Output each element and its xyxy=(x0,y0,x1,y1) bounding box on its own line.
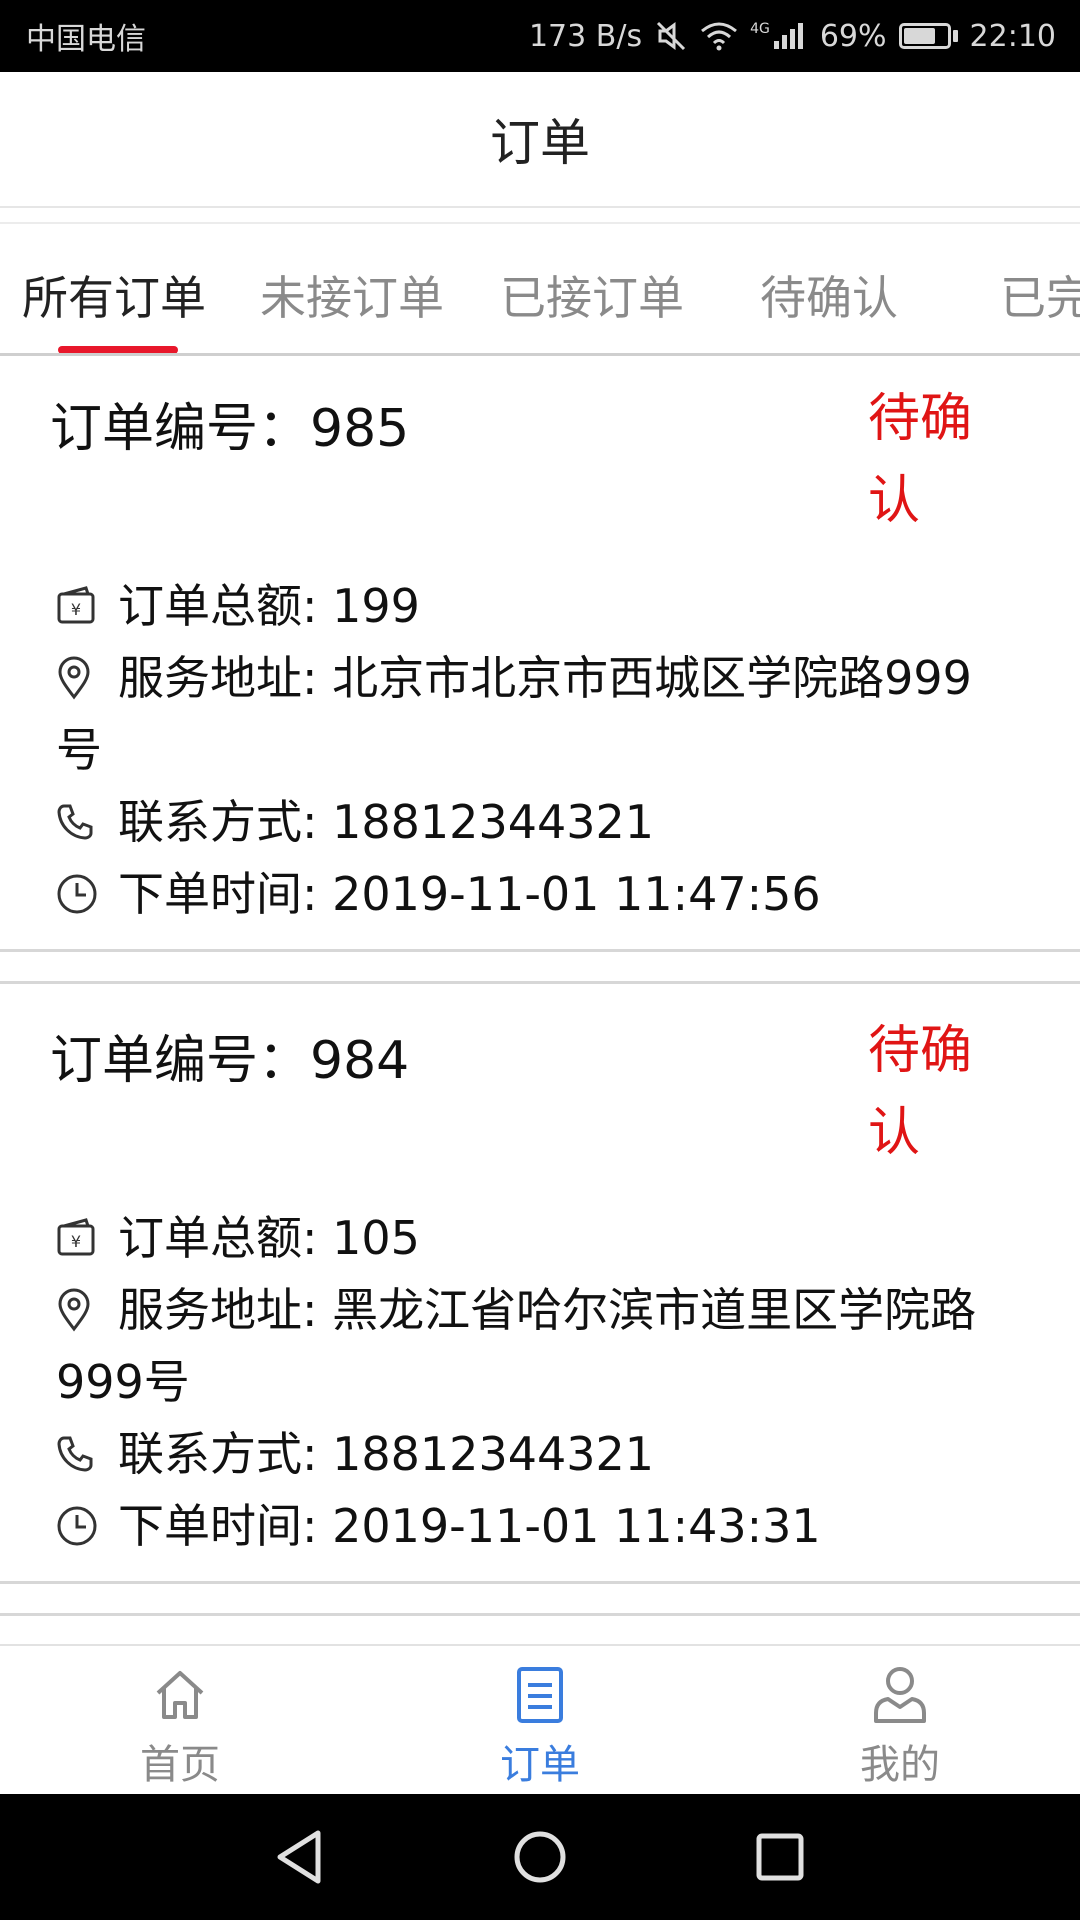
clock-icon xyxy=(56,1490,100,1562)
order-status: 待确认 xyxy=(868,389,973,531)
person-icon xyxy=(800,1660,1000,1730)
order-status: 待确认 xyxy=(868,1021,973,1163)
clock-icon xyxy=(56,858,100,930)
nav-home-label: 首页 xyxy=(140,1742,220,1788)
nav-profile[interactable]: 我的 xyxy=(800,1660,1000,1790)
nav-orders-label: 订单 xyxy=(500,1742,580,1788)
order-number: 订单编号：985 xyxy=(50,399,410,459)
recent-apps-icon[interactable] xyxy=(745,1822,815,1892)
order-time: 下单时间: 2019-11-01 11:47:56 xyxy=(118,867,821,921)
order-phone-row: 联系方式: 18812344321 xyxy=(56,1418,1016,1490)
nav-orders[interactable]: 订单 xyxy=(440,1660,640,1790)
tab-unaccepted-orders[interactable]: 未接订单 xyxy=(260,262,444,328)
nav-profile-label: 我的 xyxy=(860,1742,940,1788)
card-divider xyxy=(0,1584,1080,1616)
home-circle-icon[interactable] xyxy=(505,1822,575,1892)
svg-text:¥: ¥ xyxy=(71,1232,81,1251)
battery-percent: 69% xyxy=(819,18,887,54)
tab-pending-confirm[interactable]: 待确认 xyxy=(760,262,898,328)
signal-icon: 4G xyxy=(750,21,808,51)
back-icon[interactable] xyxy=(264,1822,334,1892)
order-card[interactable]: 订单编号：984 待确认 ¥ 订单总额: 105 服务地址: 黑龙江省哈尔滨市道… xyxy=(0,988,1080,1584)
document-icon xyxy=(440,1660,640,1730)
order-address-row: 服务地址: 北京市北京市西城区学院路999号 xyxy=(56,642,1016,786)
order-time: 下单时间: 2019-11-01 11:43:31 xyxy=(118,1499,821,1553)
order-address-row: 服务地址: 黑龙江省哈尔滨市道里区学院路999号 xyxy=(56,1274,1016,1418)
wallet-icon: ¥ xyxy=(56,1202,100,1274)
net-speed: 173 B/s xyxy=(528,18,643,54)
network-type: 4G xyxy=(750,21,770,37)
order-phone: 联系方式: 18812344321 xyxy=(118,1427,655,1481)
tab-completed[interactable]: 已完 xyxy=(1000,262,1080,328)
order-number: 订单编号：984 xyxy=(50,1031,410,1091)
order-phone: 联系方式: 18812344321 xyxy=(118,795,655,849)
app-header: 订单 xyxy=(0,72,1080,208)
order-address: 服务地址: 北京市北京市西城区学院路999号 xyxy=(56,651,972,777)
bottom-nav: 首页 订单 我的 xyxy=(0,1644,1080,1794)
wallet-icon: ¥ xyxy=(56,570,100,642)
system-nav-bar xyxy=(0,1794,1080,1920)
order-amount-row: ¥ 订单总额: 199 xyxy=(56,570,1016,642)
tab-all-orders[interactable]: 所有订单 xyxy=(22,262,206,328)
active-tab-indicator xyxy=(58,346,178,353)
battery-icon xyxy=(898,23,958,49)
order-tabs: 所有订单 未接订单 已接订单 待确认 已完 xyxy=(0,222,1080,356)
clock: 22:10 xyxy=(969,18,1056,54)
wifi-icon xyxy=(700,21,738,51)
order-amount: 订单总额: 199 xyxy=(118,579,420,633)
phone-icon xyxy=(56,786,100,858)
order-card[interactable]: 订单编号：985 待确认 ¥ 订单总额: 199 服务地址: 北京市北京市西城区… xyxy=(0,356,1080,952)
order-phone-row: 联系方式: 18812344321 xyxy=(56,786,1016,858)
order-amount-row: ¥ 订单总额: 105 xyxy=(56,1202,1016,1274)
nav-home[interactable]: 首页 xyxy=(80,1660,280,1790)
order-address: 服务地址: 黑龙江省哈尔滨市道里区学院路999号 xyxy=(56,1283,977,1409)
page-title: 订单 xyxy=(490,114,590,172)
status-icons: 173 B/s 4G 69% 22:10 xyxy=(529,19,1056,54)
tab-accepted-orders[interactable]: 已接订单 xyxy=(500,262,684,328)
home-icon xyxy=(80,1660,280,1730)
app-screen: 中国电信 173 B/s 4G 69% 22:10 订单 所有订单 未接订单 已… xyxy=(0,0,1080,1920)
status-bar: 中国电信 173 B/s 4G 69% 22:10 xyxy=(0,0,1080,72)
carrier-label: 中国电信 xyxy=(26,22,146,57)
order-time-row: 下单时间: 2019-11-01 11:47:56 xyxy=(56,858,1016,930)
phone-icon xyxy=(56,1418,100,1490)
order-time-row: 下单时间: 2019-11-01 11:43:31 xyxy=(56,1490,1016,1562)
mute-icon xyxy=(654,19,688,53)
card-divider xyxy=(0,952,1080,984)
order-amount: 订单总额: 105 xyxy=(118,1211,420,1265)
svg-text:¥: ¥ xyxy=(71,600,81,619)
